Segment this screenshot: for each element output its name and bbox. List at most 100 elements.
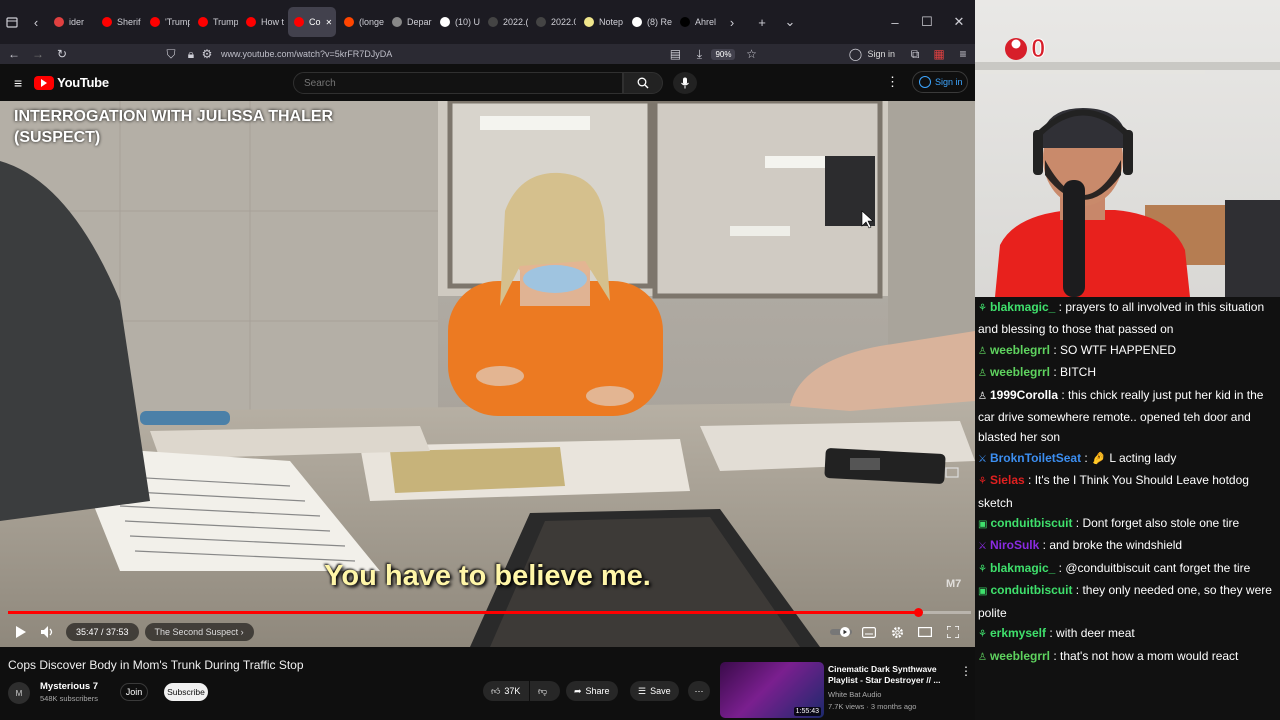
chat-username[interactable]: blakmagic_ bbox=[990, 561, 1055, 575]
browser-tab[interactable]: 2022.( bbox=[482, 7, 528, 37]
channel-avatar[interactable]: M bbox=[8, 682, 30, 704]
share-button[interactable]: ➦ Share bbox=[566, 681, 618, 701]
browser-tab[interactable]: 2022.03.1 bbox=[530, 7, 576, 37]
settings-button[interactable] bbox=[883, 619, 911, 645]
chat-username[interactable]: conduitbiscuit bbox=[990, 516, 1072, 530]
chat-text: SO WTF HAPPENED bbox=[1060, 342, 1177, 357]
reload-icon[interactable]: ↻ bbox=[50, 47, 74, 61]
chat-badge-icon: ⚔ bbox=[978, 453, 987, 465]
tab-favicon-icon bbox=[440, 17, 450, 27]
more-actions-button[interactable]: ⋯ bbox=[688, 681, 710, 701]
lock-icon[interactable]: 🔒︎ bbox=[183, 47, 199, 62]
browser-sign-in[interactable]: Sign in bbox=[867, 49, 895, 59]
tab-scroll-left-icon[interactable]: ‹ bbox=[24, 10, 48, 34]
browser-tab[interactable]: Notep bbox=[578, 7, 624, 37]
more-options-icon[interactable]: ⋮ bbox=[886, 74, 899, 90]
autoplay-toggle[interactable] bbox=[827, 619, 855, 645]
chat-separator: : bbox=[1050, 365, 1061, 380]
volume-icon bbox=[41, 626, 53, 638]
theater-mode-button[interactable] bbox=[911, 619, 939, 645]
chat-username[interactable]: 1999Corolla bbox=[990, 388, 1058, 402]
extension-badge-icon[interactable]: ▦ bbox=[927, 47, 951, 61]
tab-favicon-icon bbox=[632, 17, 642, 27]
guide-menu-icon[interactable]: ≡ bbox=[14, 75, 22, 91]
tab-favicon-icon bbox=[150, 17, 160, 27]
browser-tab[interactable]: Trump bbox=[192, 7, 238, 37]
url-field[interactable]: www.youtube.com/watch?v=5krFR7DJyDA bbox=[221, 49, 392, 59]
fullscreen-button[interactable] bbox=[939, 619, 967, 645]
chapter-button[interactable]: The Second Suspect › bbox=[144, 623, 254, 641]
youtube-header: ≡ YouTube ⋮ Sign in bbox=[0, 64, 975, 101]
subtitles-button[interactable] bbox=[855, 619, 883, 645]
chat-message: ⚘ erkmyself : with deer meat bbox=[978, 623, 1276, 645]
bookmark-star-icon[interactable]: ☆ bbox=[739, 47, 763, 61]
browser-tab[interactable]: 'Trump bbox=[144, 7, 190, 37]
progress-scrubber-handle[interactable] bbox=[914, 608, 924, 617]
chat-username[interactable]: blakmagic_ bbox=[990, 300, 1055, 314]
chat-text: with deer meat bbox=[1056, 626, 1135, 641]
browser-tab[interactable]: Co ✕ bbox=[288, 7, 336, 37]
channel-watermark[interactable]: M7 bbox=[946, 578, 961, 590]
browser-tab[interactable]: ider bbox=[48, 7, 94, 37]
tab-overview-icon[interactable] bbox=[0, 10, 24, 34]
chat-username[interactable]: NiroSulk bbox=[990, 538, 1039, 552]
reader-view-icon[interactable]: ▤ bbox=[663, 47, 687, 61]
time-display: 35:47 / 37:53 bbox=[66, 623, 139, 641]
tab-favicon-icon bbox=[536, 17, 546, 27]
recommended-duration: 1:55:43 bbox=[793, 707, 821, 716]
new-tab-icon[interactable]: + bbox=[750, 10, 774, 34]
recommended-thumbnail[interactable]: 1:55:43 bbox=[720, 662, 824, 718]
permissions-icon[interactable]: ⚙ bbox=[199, 47, 215, 61]
browser-tab[interactable]: Ahrel bbox=[674, 7, 720, 37]
like-button[interactable]: 👍︎ 37K bbox=[483, 681, 529, 701]
webcam-overlay: 0 bbox=[975, 0, 1280, 297]
browser-tab[interactable]: (longe bbox=[338, 7, 384, 37]
chat-username[interactable]: erkmyself bbox=[990, 626, 1046, 640]
chat-username[interactable]: BroknToiletSeat bbox=[990, 451, 1081, 465]
download-icon[interactable]: ⤓ bbox=[687, 47, 711, 62]
recommended-more-icon[interactable]: ⋮ bbox=[960, 664, 972, 678]
chat-username[interactable]: weeblegrrl bbox=[990, 649, 1050, 663]
account-icon[interactable]: ◯ bbox=[843, 47, 867, 61]
forward-icon[interactable]: → bbox=[26, 47, 50, 61]
youtube-sign-in-button[interactable]: Sign in bbox=[912, 71, 968, 93]
browser-tab[interactable]: Depar bbox=[386, 7, 432, 37]
dislike-button[interactable]: 👎︎ bbox=[530, 681, 560, 701]
recommended-channel[interactable]: White Bat Audio bbox=[828, 690, 881, 699]
chat-username[interactable]: conduitbiscuit bbox=[990, 583, 1072, 597]
shield-icon[interactable]: ⛉ bbox=[159, 47, 183, 62]
join-button[interactable]: Join bbox=[120, 683, 148, 701]
back-icon[interactable]: ← bbox=[2, 47, 26, 61]
channel-name[interactable]: Mysterious 7 bbox=[40, 681, 98, 692]
browser-tab[interactable]: (8) Re bbox=[626, 7, 672, 37]
search-input[interactable] bbox=[293, 72, 623, 94]
zoom-level[interactable]: 90% bbox=[711, 48, 736, 60]
close-window-icon[interactable]: ✕ bbox=[943, 10, 975, 34]
maximize-icon[interactable]: ☐ bbox=[911, 10, 943, 34]
play-button[interactable] bbox=[6, 619, 34, 645]
chat-username[interactable]: weeblegrrl bbox=[990, 365, 1050, 379]
tab-scroll-right-icon[interactable]: › bbox=[720, 10, 744, 34]
menu-hamburger-icon[interactable]: ≡ bbox=[951, 47, 975, 61]
voice-search-button[interactable] bbox=[673, 72, 697, 94]
mute-button[interactable] bbox=[34, 619, 62, 645]
youtube-logo[interactable]: YouTube bbox=[34, 75, 109, 90]
tab-list-icon[interactable]: ⌄ bbox=[778, 10, 802, 34]
subscribe-button[interactable]: Subscribe bbox=[164, 683, 208, 701]
tab-label: 'Trump bbox=[165, 17, 190, 27]
save-button[interactable]: ☰ Save bbox=[630, 681, 679, 701]
progress-bar[interactable] bbox=[8, 608, 971, 617]
chat-username[interactable]: Sielas bbox=[990, 473, 1025, 487]
search-button[interactable] bbox=[623, 72, 663, 94]
recommended-title[interactable]: Cinematic Dark Synthwave Playlist - Star… bbox=[828, 664, 958, 686]
extensions-icon[interactable]: ⧉ bbox=[903, 47, 927, 62]
chat-username[interactable]: weeblegrrl bbox=[990, 343, 1050, 357]
youtube-play-icon bbox=[34, 75, 55, 90]
browser-tab[interactable]: Sherif bbox=[96, 7, 142, 37]
browser-tab[interactable]: How t bbox=[240, 7, 286, 37]
browser-tab[interactable]: (10) U bbox=[434, 7, 480, 37]
tab-label: ider bbox=[69, 17, 85, 27]
tab-close-icon[interactable]: ✕ bbox=[326, 18, 333, 27]
tab-label: 2022.( bbox=[503, 17, 528, 27]
minimize-icon[interactable]: – bbox=[879, 10, 911, 34]
